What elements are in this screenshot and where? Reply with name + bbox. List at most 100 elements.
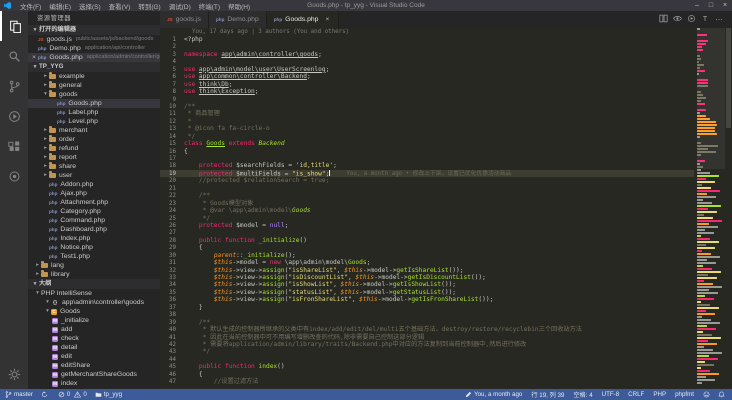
menu-item[interactable]: 调试(D) (165, 1, 195, 11)
tree-item[interactable]: php Goods.php (28, 99, 160, 108)
notifications-bell-icon[interactable] (718, 391, 727, 398)
code-line[interactable]: 25 */ (160, 215, 694, 222)
menu-item[interactable]: 转到(G) (134, 1, 164, 11)
open-editor-item[interactable]: × php Goods.php application/admin/controlle… (28, 53, 160, 62)
code-line[interactable]: 8 use think\Exception; (160, 88, 694, 95)
run-icon[interactable] (684, 14, 698, 25)
code-line[interactable]: 14 */ (160, 133, 694, 140)
tree-item[interactable]: ▸ general (28, 81, 160, 90)
outline-item[interactable]: MeditShare (28, 361, 160, 370)
code-line[interactable]: 3 namespace app\admin\controller\goods; (160, 51, 694, 58)
outline-header[interactable]: ▾ 大纲 (28, 279, 160, 289)
close-tab-icon[interactable]: × (323, 16, 331, 23)
vertical-scrollbar[interactable] (725, 28, 732, 389)
minimap-viewport[interactable] (697, 28, 725, 169)
code-line[interactable]: 47 //设置过滤方法 (160, 378, 694, 385)
code-line[interactable]: 43 */ (160, 348, 694, 355)
menu-item[interactable]: 编辑(E) (45, 1, 75, 11)
open-editors-header[interactable]: ▾ 打开的编辑器 (28, 25, 160, 35)
close-editor-icon[interactable]: × (30, 53, 38, 62)
workspace-header[interactable]: ▾ TP_YYG (28, 62, 160, 72)
code-line[interactable]: 37 } (160, 304, 694, 311)
encoding[interactable]: UTF-8 (602, 391, 620, 398)
code-line[interactable]: 4 (160, 58, 694, 65)
code-line[interactable]: 7 use think\Db; (160, 81, 694, 88)
explorer-icon[interactable] (0, 11, 28, 41)
code-line[interactable]: 39 /** (160, 319, 694, 326)
code-line[interactable]: 17 (160, 155, 694, 162)
more-actions-icon[interactable]: ⋯ (712, 16, 726, 24)
tree-item[interactable]: php Ajax.php (28, 189, 160, 198)
menu-item[interactable]: 选择(S) (75, 1, 105, 11)
open-editor-item[interactable]: php Demo.php application/api/controller (28, 44, 160, 53)
maximize-button[interactable]: □ (704, 0, 718, 11)
code-line[interactable]: 30 parent::_initialize(); (160, 252, 694, 259)
code-line[interactable]: 44 (160, 356, 694, 363)
tree-item[interactable]: php Index.php (28, 234, 160, 243)
code-line[interactable]: 9 (160, 96, 694, 103)
tree-item[interactable]: ▸ order (28, 135, 160, 144)
code-line[interactable]: 13 * @icon fa fa-circle-o (160, 125, 694, 132)
sync-item[interactable] (41, 391, 50, 398)
extensions-icon[interactable] (0, 131, 28, 161)
feedback-smiley-icon[interactable] (703, 391, 712, 398)
cursor-position[interactable]: 行 19, 列 39 (531, 390, 564, 399)
toggle-blame-icon[interactable] (670, 14, 684, 25)
gitlens-authors-lens[interactable]: You, 17 days ago | 3 authors (You and ot… (160, 28, 694, 36)
code-line[interactable]: 12 * (160, 118, 694, 125)
editor-action-t-icon[interactable]: T (698, 16, 712, 23)
outline-item[interactable]: M _initialize (28, 316, 160, 325)
scrollbar-thumb[interactable] (726, 28, 731, 128)
code-line[interactable]: 20 //protected $relationSearch = true; (160, 177, 694, 184)
tree-item[interactable]: ▸ library (28, 270, 160, 279)
outline-item[interactable]: ▾ C Goods (28, 307, 160, 316)
code-line[interactable]: 22 /** (160, 192, 694, 199)
tree-item[interactable]: php Notice.php (28, 243, 160, 252)
code-line[interactable]: 28 public function _initialize() (160, 237, 694, 244)
menu-item[interactable]: 终端(T) (195, 1, 224, 11)
code-line[interactable]: 11 * 商品管理 (160, 110, 694, 117)
code-line[interactable]: 21 (160, 185, 694, 192)
tree-item[interactable]: php Command.php (28, 216, 160, 225)
tree-item[interactable]: php Level.php (28, 117, 160, 126)
git-branch-item[interactable]: master (5, 391, 33, 398)
split-editor-icon[interactable] (656, 14, 670, 25)
tree-item[interactable]: ▸ share (28, 162, 160, 171)
code-line[interactable]: 41 * 因此在当前控制器中可不用编写增删改查的代码,除非需要自己控制这部分逻辑 (160, 334, 694, 341)
code-line[interactable]: 6 use app\common\controller\Backend; (160, 73, 694, 80)
code-line[interactable]: 36 $this->view->assign("isFronShareList"… (160, 296, 694, 303)
minimize-button[interactable]: – (690, 0, 704, 11)
outline-item[interactable]: ▾{} app\admin\controller\goods (28, 298, 160, 307)
code-line[interactable]: 34 $this->view->assign("isShowList", $th… (160, 281, 694, 288)
tree-item[interactable]: php Addon.php (28, 180, 160, 189)
open-editor-item[interactable]: JS goods.js public/assets/js/backend/goods (28, 35, 160, 44)
tree-item[interactable]: php Label.php (28, 108, 160, 117)
code-line[interactable]: 27 (160, 229, 694, 236)
tree-item[interactable]: php Dashboard.php (28, 225, 160, 234)
outline-provider[interactable]: ▾ PHP IntelliSense (28, 289, 160, 298)
tree-item[interactable]: ▸ refund (28, 144, 160, 153)
eol[interactable]: CRLF (628, 391, 644, 398)
tree-item[interactable]: ▸ example (28, 72, 160, 81)
code-line[interactable]: 1 <?php (160, 36, 694, 43)
code-editor[interactable]: You, 17 days ago | 3 authors (You and ot… (160, 28, 694, 389)
code-line[interactable]: 23 * Goods模型对象 (160, 200, 694, 207)
code-line[interactable]: 5 use app\admin\model\user\UserScreenlog; (160, 66, 694, 73)
tree-item[interactable]: ▸ user (28, 171, 160, 180)
menu-item[interactable]: 查看(V) (105, 1, 135, 11)
tree-item[interactable]: php Test1.php (28, 252, 160, 261)
code-line[interactable]: 40 * 默认生成的控制器所继承的父类中有index/add/edit/del/… (160, 326, 694, 333)
outline-item[interactable]: Medit (28, 352, 160, 361)
formatter[interactable]: phpfmt (675, 391, 694, 398)
workspace-item[interactable]: tp_yyg (95, 391, 122, 398)
code-line[interactable]: 18 protected $searchFields = 'id,title'; (160, 162, 694, 169)
problems-item[interactable]: 0 0 (58, 391, 87, 398)
blame-item[interactable]: You, a month ago (465, 391, 522, 398)
tab-Goods.php[interactable]: php Goods.php × (266, 11, 340, 28)
tree-item[interactable]: ▾ goods (28, 90, 160, 99)
code-line[interactable]: 31 $this->model = new \app\admin\model\G… (160, 259, 694, 266)
outline-item[interactable]: Mcheck (28, 334, 160, 343)
code-line[interactable]: 29 { (160, 244, 694, 251)
tree-item[interactable]: php Attachment.php (28, 198, 160, 207)
outline-item[interactable]: Madd (28, 325, 160, 334)
